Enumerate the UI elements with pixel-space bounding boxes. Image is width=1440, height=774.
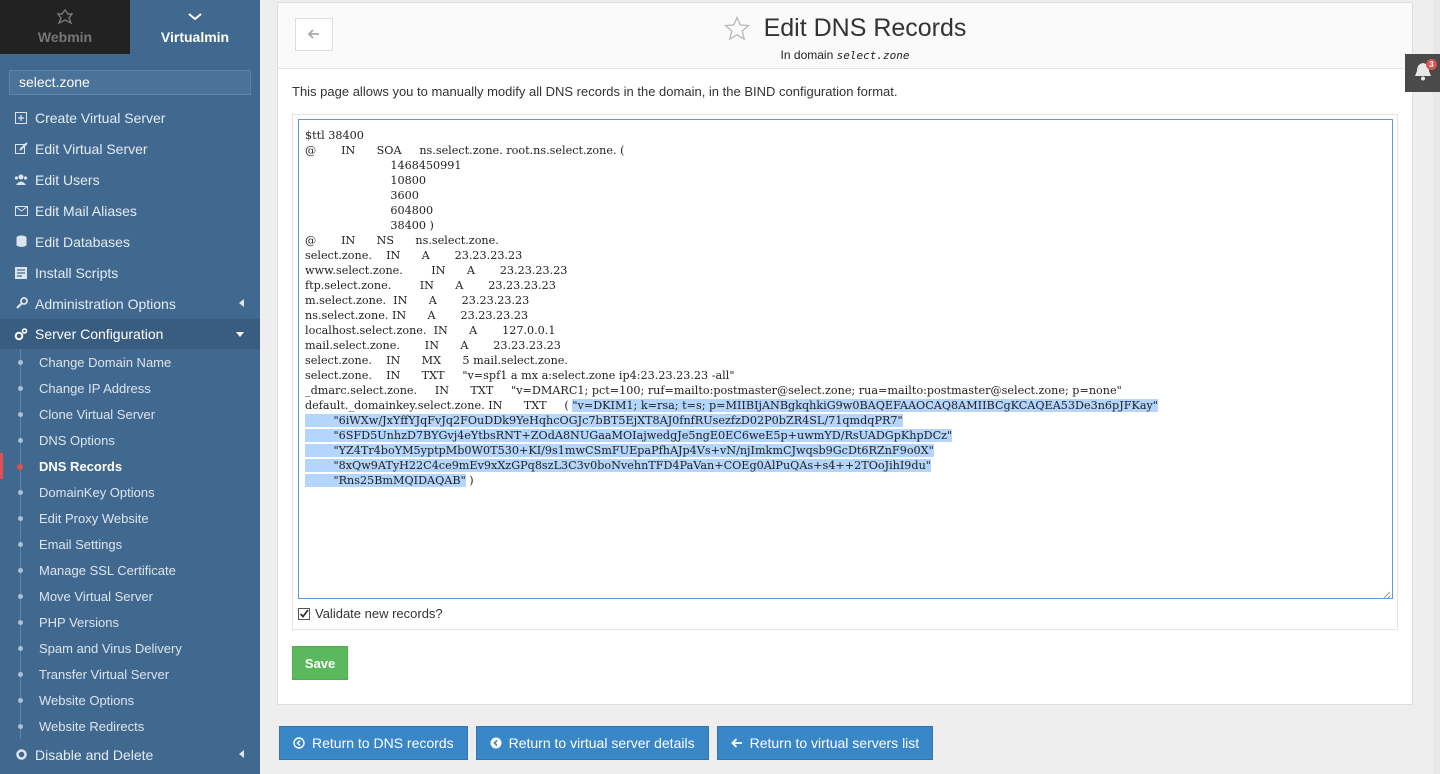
chevron-down-icon [236, 332, 244, 337]
webmin-label: Webmin [37, 29, 93, 45]
cogs-icon [14, 327, 28, 341]
sidebar-item-manage-ssl-certificate[interactable]: Manage SSL Certificate [0, 557, 260, 583]
subtitle-prefix: In domain [780, 48, 834, 62]
subtitle-domain: select.zone [836, 49, 910, 62]
sidebar-item-label: Edit Virtual Server [35, 140, 148, 157]
sidebar-item-label: Disable and Delete [35, 746, 154, 763]
sidebar-menu: Create Virtual Server Edit Virtual Serve… [0, 102, 260, 770]
cog-icon [14, 748, 28, 762]
sidebar-item-label: Edit Databases [35, 233, 130, 250]
validate-checkbox-row[interactable]: Validate new records? [298, 606, 443, 621]
validate-label: Validate new records? [315, 606, 443, 621]
sidebar-item-edit-proxy-website[interactable]: Edit Proxy Website [0, 505, 260, 531]
arrow-left-icon [730, 737, 743, 749]
sidebar-item-website-options[interactable]: Website Options [0, 687, 260, 713]
edit-icon [14, 142, 28, 156]
server-configuration-submenu: Change Domain Name Change IP Address Clo… [0, 349, 260, 739]
sidebar-item-clone-virtual-server[interactable]: Clone Virtual Server [0, 401, 260, 427]
records-editor-box: $ttl 38400 @ IN SOA ns.select.zone. root… [292, 114, 1398, 630]
sidebar-item-label: Administration Options [35, 295, 176, 312]
return-buttons: Return to DNS records Return to virtual … [279, 726, 941, 760]
button-label: Return to DNS records [312, 735, 454, 751]
page-description: This page allows you to manually modify … [292, 84, 898, 99]
chevron-down-icon [187, 9, 203, 23]
button-label: Return to virtual servers list [749, 735, 920, 751]
domain-select[interactable]: select.zone [9, 70, 251, 95]
sidebar-item-php-versions[interactable]: PHP Versions [0, 609, 260, 635]
page-title: Edit DNS Records [763, 14, 967, 42]
arrow-circle-left-icon [490, 737, 502, 749]
chevron-left-icon [239, 750, 244, 758]
sidebar-item-email-settings[interactable]: Email Settings [0, 531, 260, 557]
sidebar-item-spam-and-virus-delivery[interactable]: Spam and Virus Delivery [0, 635, 260, 661]
sidebar-item-dns-options[interactable]: DNS Options [0, 427, 260, 453]
notification-count-badge: 3 [1426, 59, 1437, 70]
sidebar-item-disable-and-delete[interactable]: Disable and Delete [0, 739, 260, 770]
sidebar: Webmin Virtualmin select.zone Create Vir… [0, 0, 260, 774]
webmin-tab[interactable]: Webmin [0, 0, 130, 54]
checkbox-checked-icon[interactable] [298, 607, 310, 620]
chevron-left-icon [239, 299, 244, 307]
sidebar-item-edit-users[interactable]: Edit Users [0, 164, 260, 195]
save-button[interactable]: Save [292, 646, 348, 680]
sidebar-item-change-domain-name[interactable]: Change Domain Name [0, 349, 260, 375]
records-text-tail: ) [465, 474, 474, 487]
records-text-selection: "v=DKIM1; k=rsa; t=s; p=MIIBIjANBgkqhkiG… [305, 399, 1158, 487]
page-header: Edit DNS Records In domain select.zone [278, 3, 1412, 69]
notifications-button[interactable]: 3 [1405, 54, 1440, 92]
sidebar-item-transfer-virtual-server[interactable]: Transfer Virtual Server [0, 661, 260, 687]
users-icon [14, 173, 28, 187]
return-to-virtual-server-details-button[interactable]: Return to virtual server details [475, 726, 709, 760]
virtualmin-tab[interactable]: Virtualmin [130, 0, 260, 54]
sidebar-section-server-configuration[interactable]: Server Configuration [0, 319, 260, 349]
script-icon [14, 266, 28, 280]
wrench-icon [14, 297, 28, 311]
sidebar-section-label: Server Configuration [35, 326, 164, 342]
page-scrollbar[interactable] [1433, 0, 1440, 774]
main-panel: Edit DNS Records In domain select.zone T… [277, 2, 1413, 705]
envelope-icon [14, 204, 28, 218]
return-to-dns-records-button[interactable]: Return to DNS records [279, 726, 468, 760]
records-text-plain: $ttl 38400 @ IN SOA ns.select.zone. root… [305, 129, 1122, 412]
button-label: Return to virtual server details [508, 735, 695, 751]
sidebar-item-change-ip-address[interactable]: Change IP Address [0, 375, 260, 401]
sidebar-item-create-virtual-server[interactable]: Create Virtual Server [0, 102, 260, 133]
return-to-virtual-servers-list-button[interactable]: Return to virtual servers list [716, 726, 934, 760]
product-switcher: Webmin Virtualmin [0, 0, 260, 54]
webmin-logo-icon [56, 8, 74, 25]
sidebar-item-label: Edit Users [35, 171, 100, 188]
sidebar-item-label: Install Scripts [35, 264, 119, 281]
database-icon [14, 235, 28, 249]
dns-records-textarea[interactable]: $ttl 38400 @ IN SOA ns.select.zone. root… [298, 119, 1393, 599]
sidebar-item-label: Create Virtual Server [35, 109, 166, 126]
star-icon[interactable] [723, 16, 750, 41]
sidebar-item-dns-records[interactable]: DNS Records [0, 453, 260, 479]
sidebar-item-install-scripts[interactable]: Install Scripts [0, 257, 260, 288]
sidebar-item-domainkey-options[interactable]: DomainKey Options [0, 479, 260, 505]
resize-handle-icon[interactable] [1382, 588, 1391, 598]
sidebar-item-move-virtual-server[interactable]: Move Virtual Server [0, 583, 260, 609]
sidebar-item-edit-databases[interactable]: Edit Databases [0, 226, 260, 257]
sidebar-item-edit-virtual-server[interactable]: Edit Virtual Server [0, 133, 260, 164]
arrow-circle-left-icon [293, 737, 305, 749]
plus-square-icon [14, 111, 28, 125]
virtualmin-label: Virtualmin [160, 29, 230, 45]
sidebar-item-website-redirects[interactable]: Website Redirects [0, 713, 260, 739]
sidebar-item-administration-options[interactable]: Administration Options [0, 288, 260, 319]
title-block: Edit DNS Records In domain select.zone [278, 14, 1412, 62]
sidebar-item-edit-mail-aliases[interactable]: Edit Mail Aliases [0, 195, 260, 226]
sidebar-item-label: Edit Mail Aliases [35, 202, 137, 219]
